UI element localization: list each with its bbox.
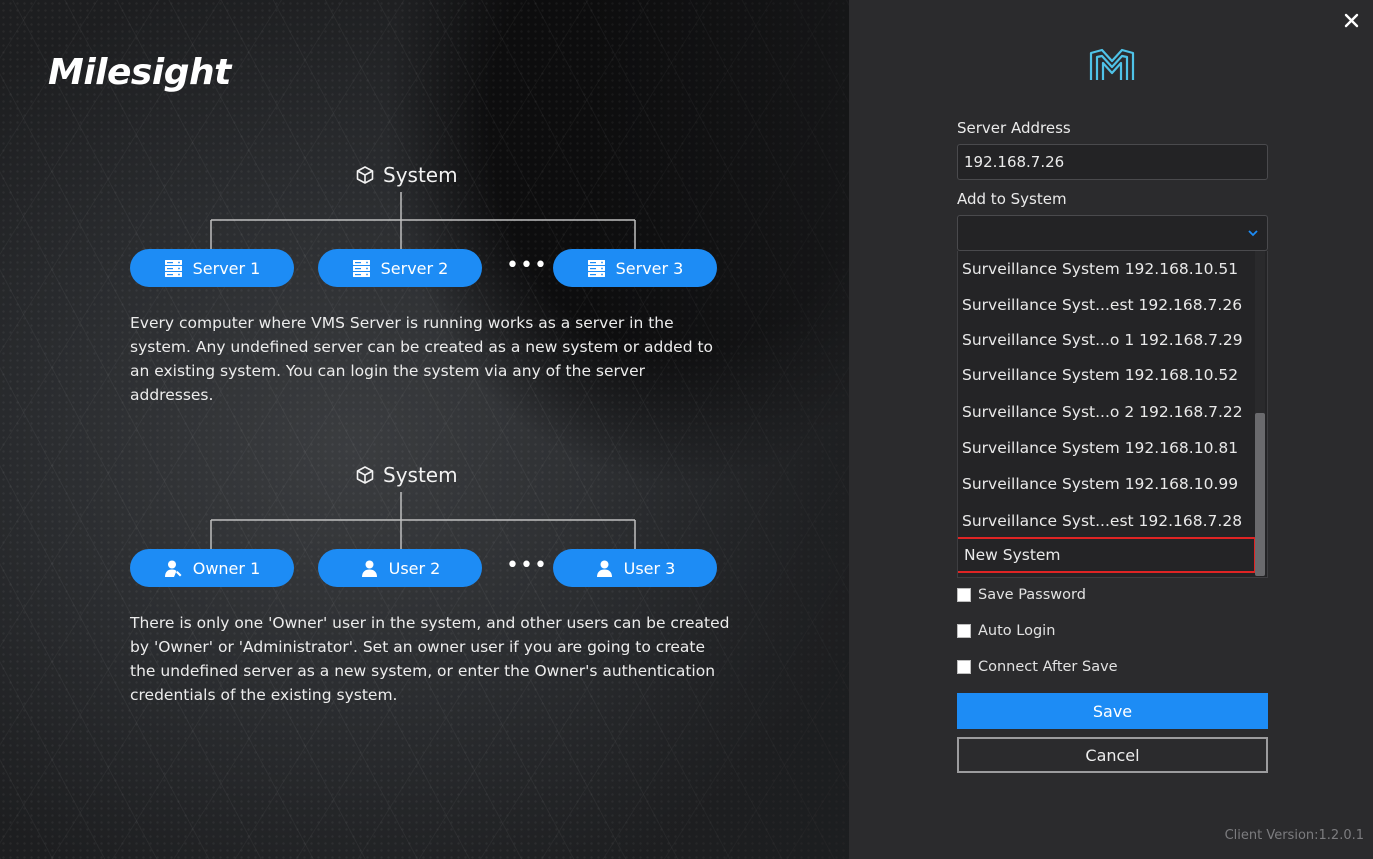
- ellipsis-servers: •••: [506, 253, 548, 278]
- dropdown-option[interactable]: Surveillance System 192.168.10.99: [958, 466, 1254, 502]
- chevron-down-icon: [1248, 230, 1258, 237]
- add-to-system-label: Add to System: [957, 190, 1067, 208]
- client-version: Client Version:1.2.0.1: [1224, 828, 1364, 843]
- connect-after-save-checkbox[interactable]: [957, 660, 971, 674]
- auto-login-row[interactable]: Auto Login: [957, 623, 1055, 639]
- milesight-logo: Milesight: [48, 52, 231, 93]
- dropdown-option[interactable]: Surveillance Syst...o 1 192.168.7.29: [958, 322, 1254, 358]
- save-password-row[interactable]: Save Password: [957, 587, 1086, 603]
- close-icon: [1344, 13, 1358, 27]
- server-node-label: Server 2: [380, 258, 449, 278]
- user-node-label: User 2: [388, 558, 441, 578]
- server-node-label: Server 1: [192, 258, 261, 278]
- dropdown-option[interactable]: Surveillance Syst...est 192.168.7.26: [958, 287, 1254, 323]
- system-dropdown-list: Surveillance System 192.168.10.51 Survei…: [957, 251, 1268, 578]
- info-panel: Milesight System Server 1 Server 2 ••• S…: [0, 0, 849, 859]
- user-node-2: User 2: [318, 549, 482, 587]
- save-password-checkbox[interactable]: [957, 588, 971, 602]
- add-to-system-select[interactable]: [957, 215, 1268, 251]
- user-icon: [361, 560, 377, 577]
- server-node-label: Server 3: [615, 258, 684, 278]
- auto-login-label: Auto Login: [978, 623, 1056, 639]
- user-node-owner: Owner 1: [130, 549, 294, 587]
- user-icon: [596, 560, 612, 577]
- server-node-1: Server 1: [130, 249, 294, 287]
- system-title-servers: System: [355, 163, 458, 187]
- system-title-text: System: [383, 163, 458, 187]
- dropdown-option[interactable]: Surveillance System 192.168.10.51: [958, 251, 1254, 287]
- dropdown-option[interactable]: Surveillance Syst...o 2 192.168.7.22: [958, 394, 1254, 430]
- cube-icon: [356, 166, 374, 184]
- dropdown-scrollbar-thumb[interactable]: [1255, 413, 1265, 576]
- dropdown-option[interactable]: Surveillance Syst...est 192.168.7.28: [958, 503, 1254, 539]
- cube-icon: [356, 466, 374, 484]
- server-icon: [164, 259, 182, 277]
- save-button[interactable]: Save: [957, 693, 1268, 729]
- user-node-label: Owner 1: [192, 558, 261, 578]
- connect-after-save-row[interactable]: Connect After Save: [957, 659, 1118, 675]
- login-panel: Server Address 192.168.7.26 Add to Syste…: [849, 0, 1373, 859]
- dropdown-option[interactable]: Surveillance System 192.168.10.52: [958, 357, 1254, 393]
- ellipsis-users: •••: [506, 553, 548, 578]
- server-address-label: Server Address: [957, 119, 1071, 137]
- save-password-label: Save Password: [978, 587, 1086, 603]
- dropdown-option[interactable]: Surveillance System 192.168.10.81: [958, 430, 1254, 466]
- close-button[interactable]: [1341, 10, 1361, 30]
- servers-description: Every computer where VMS Server is runni…: [130, 314, 714, 404]
- server-icon: [587, 259, 605, 277]
- system-title-text: System: [383, 463, 458, 487]
- server-icon: [352, 259, 370, 277]
- user-node-label: User 3: [623, 558, 676, 578]
- background-shade: [589, 0, 849, 859]
- user-node-3: User 3: [553, 549, 717, 587]
- auto-login-checkbox[interactable]: [957, 624, 971, 638]
- server-address-input[interactable]: 192.168.7.26: [957, 144, 1268, 180]
- server-node-2: Server 2: [318, 249, 482, 287]
- system-title-users: System: [355, 463, 458, 487]
- users-description: There is only one 'Owner' user in the sy…: [130, 614, 730, 704]
- dropdown-option-new-system[interactable]: New System: [958, 537, 1256, 573]
- cancel-button[interactable]: Cancel: [957, 737, 1268, 773]
- connect-after-save-label: Connect After Save: [978, 659, 1118, 675]
- server-node-3: Server 3: [553, 249, 717, 287]
- m-brand-icon: [1089, 48, 1135, 80]
- owner-icon: [164, 560, 182, 577]
